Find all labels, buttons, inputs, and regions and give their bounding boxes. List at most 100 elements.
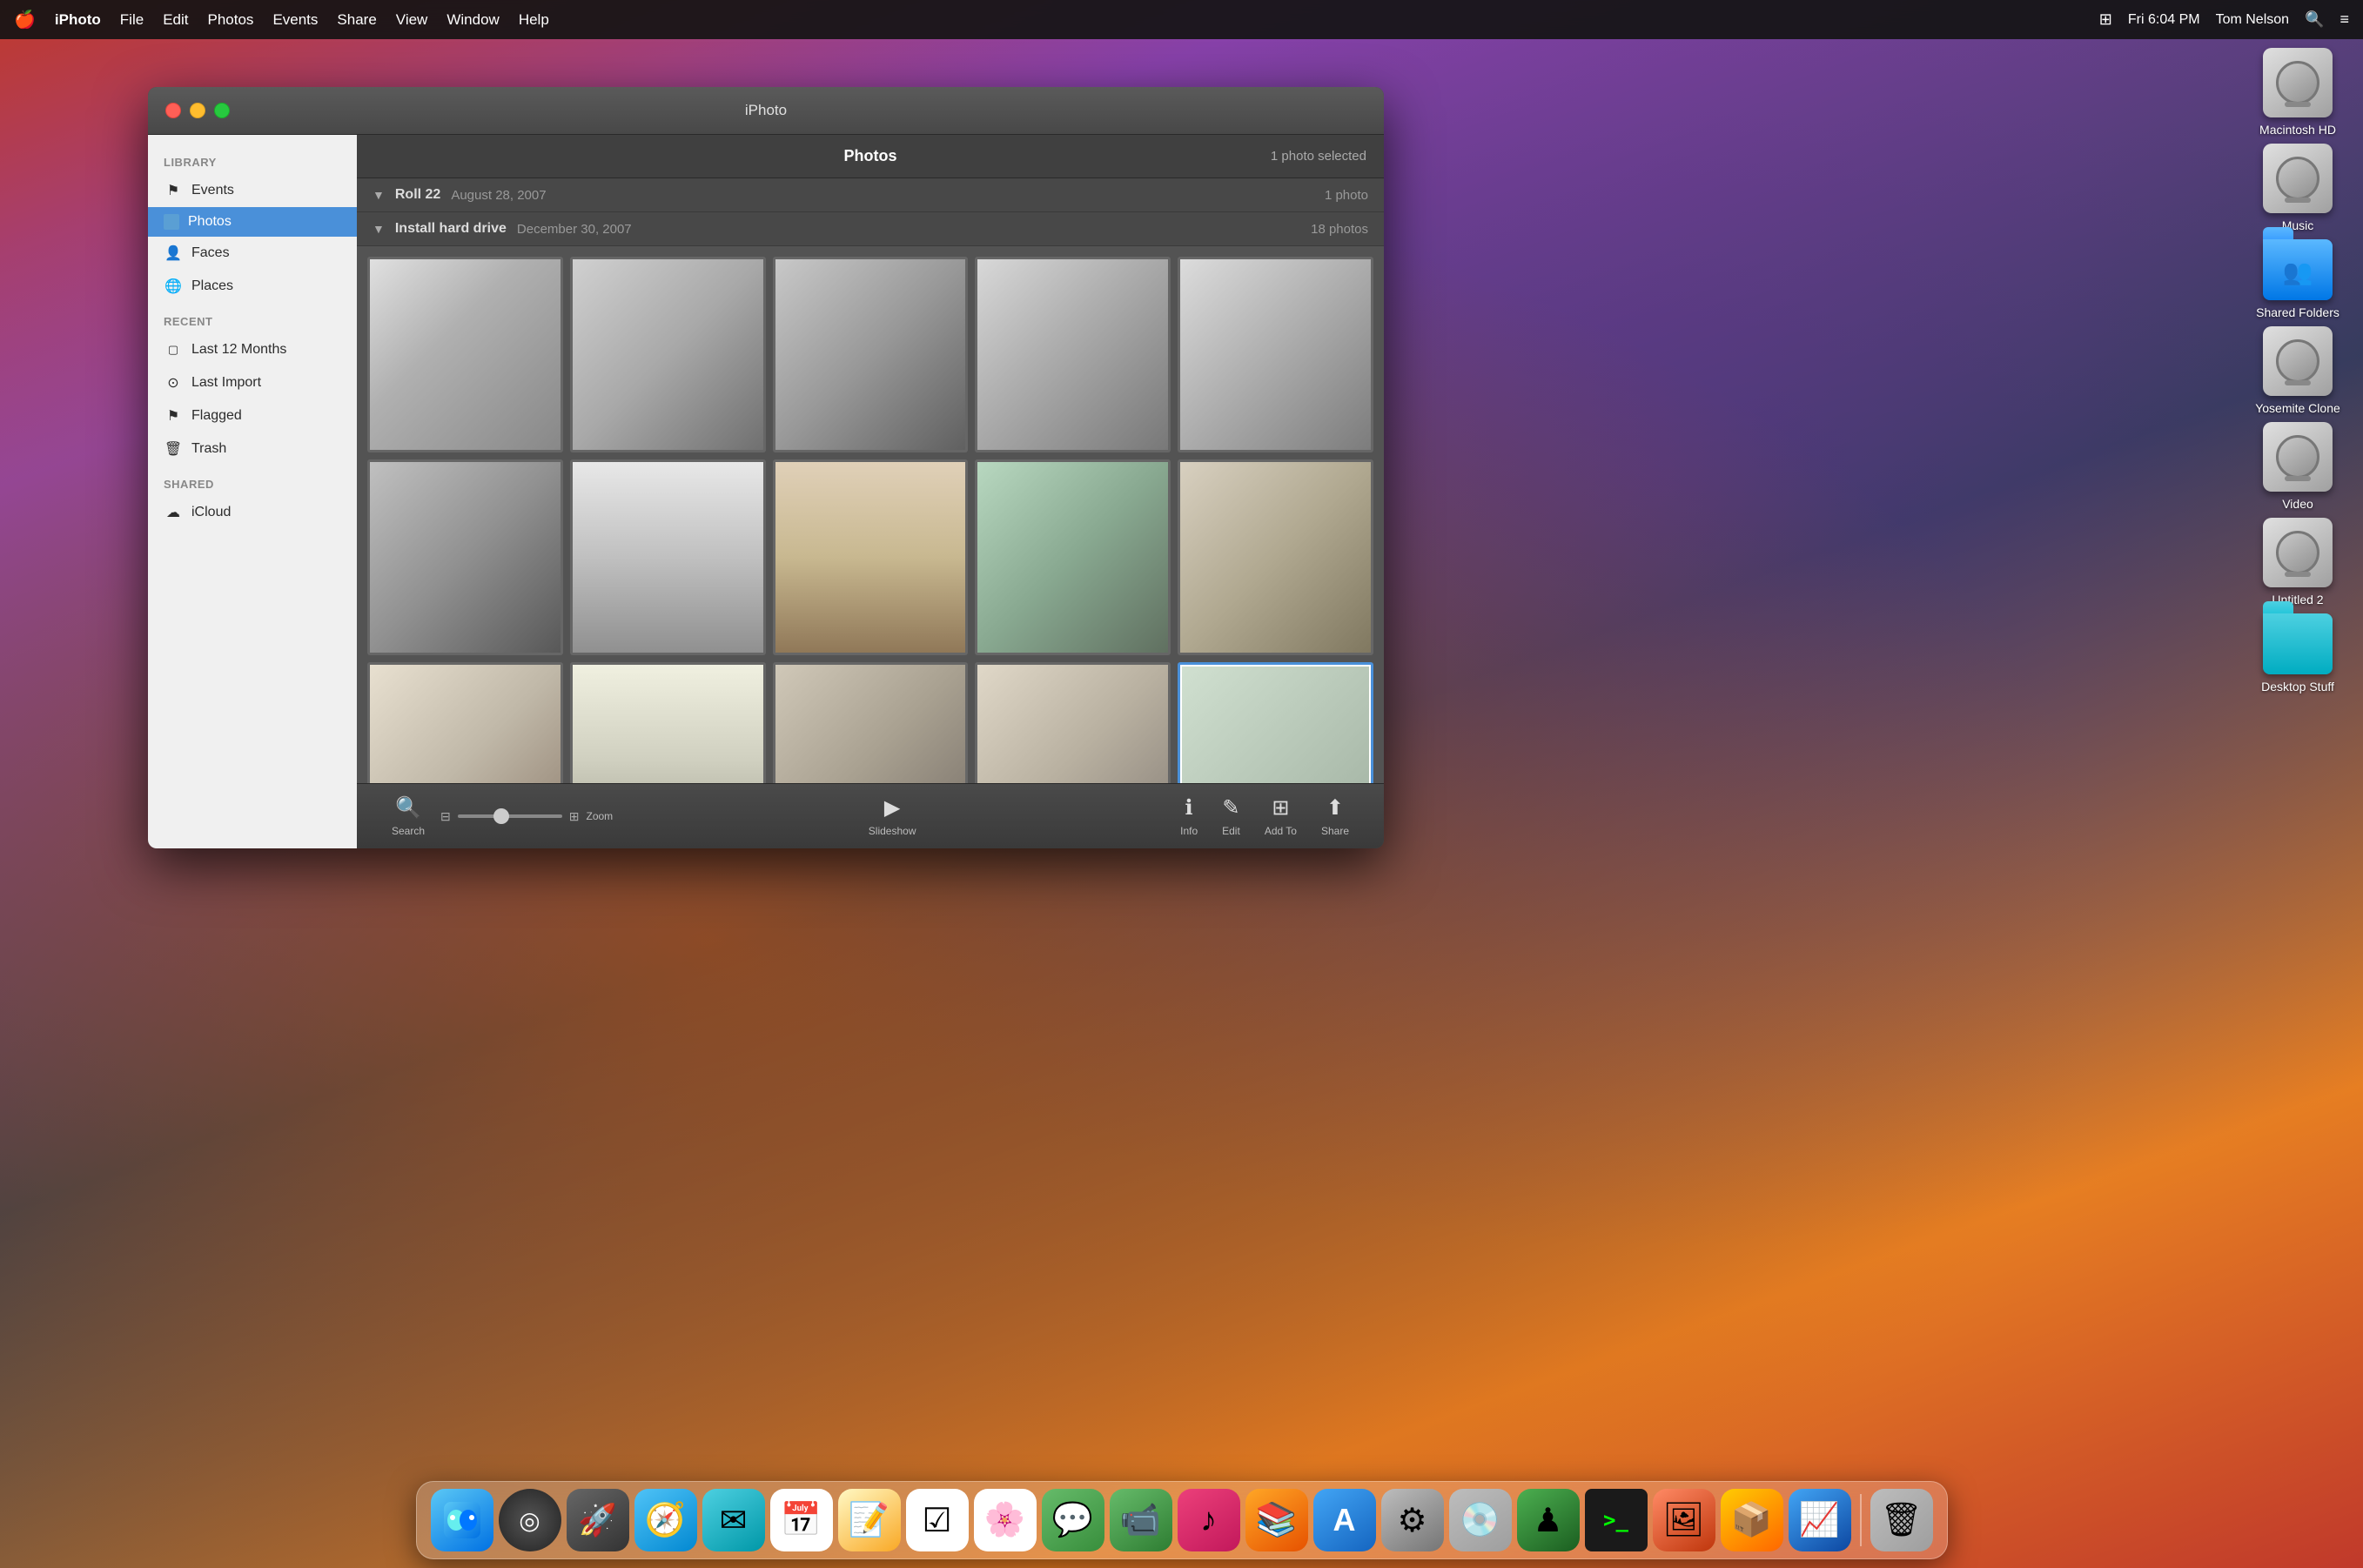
- photo-thumb-1[interactable]: [367, 257, 563, 452]
- dock-item-finder[interactable]: [431, 1489, 493, 1551]
- dock-item-chess[interactable]: ♟: [1517, 1489, 1580, 1551]
- dock-item-facetime[interactable]: 📹: [1110, 1489, 1172, 1551]
- photo-thumb-13[interactable]: [773, 662, 969, 783]
- sidebar-item-faces[interactable]: 👤 Faces: [148, 237, 357, 270]
- notes-icon: 📝: [838, 1489, 901, 1551]
- photo-area[interactable]: ▼ Roll 22 August 28, 2007 1 photo ▼ Inst…: [357, 178, 1384, 783]
- dock-item-notes[interactable]: 📝: [838, 1489, 901, 1551]
- sidebar-item-events[interactable]: ⚑ Events: [148, 174, 357, 207]
- dock-item-safari[interactable]: 🧭: [634, 1489, 697, 1551]
- events-menu[interactable]: Events: [272, 11, 318, 29]
- dock-item-photos[interactable]: 🌸: [974, 1489, 1037, 1551]
- photo-thumb-2[interactable]: [570, 257, 766, 452]
- zoom-slider[interactable]: [458, 814, 562, 818]
- dock-item-messages[interactable]: 💬: [1042, 1489, 1104, 1551]
- desktop-icon-yosemite-clone[interactable]: Yosemite Clone: [2250, 326, 2346, 415]
- sidebar-item-flagged[interactable]: ⚑ Flagged: [148, 399, 357, 432]
- minimize-button[interactable]: [190, 103, 205, 118]
- desktop-icon-video[interactable]: Video: [2250, 422, 2346, 511]
- yosemite-clone-label: Yosemite Clone: [2255, 401, 2340, 415]
- photo-thumb-10[interactable]: [1178, 459, 1373, 655]
- file-menu[interactable]: File: [120, 11, 144, 29]
- macintosh-hd-label: Macintosh HD: [2259, 123, 2336, 137]
- dock-item-stuffit[interactable]: 📦: [1721, 1489, 1783, 1551]
- dock-item-preview[interactable]: 🖼: [1653, 1489, 1715, 1551]
- notification-icon[interactable]: ≡: [2340, 10, 2349, 29]
- add-to-button[interactable]: ⊞ Add To: [1256, 790, 1306, 842]
- dock-item-appstore[interactable]: A: [1313, 1489, 1376, 1551]
- desktop-icon-desktop-stuff[interactable]: Desktop Stuff: [2250, 613, 2346, 694]
- sidebar-item-trash[interactable]: 🗑 Trash: [148, 432, 357, 466]
- icloud-icon: ☁: [164, 503, 183, 522]
- flagged-label: Flagged: [191, 408, 242, 424]
- photo-thumb-11[interactable]: [367, 662, 563, 783]
- time-display: Fri 6:04 PM: [2128, 12, 2200, 28]
- photo-thumb-9[interactable]: [975, 459, 1171, 655]
- spotlight-icon[interactable]: 🔍: [2305, 10, 2324, 29]
- dock-item-calendar[interactable]: 📅: [770, 1489, 833, 1551]
- trash-label: Trash: [191, 441, 226, 457]
- install-hard-drive-header[interactable]: ▼ Install hard drive December 30, 2007 1…: [357, 212, 1384, 246]
- desktop-icon-music[interactable]: Music: [2250, 144, 2346, 232]
- events-label: Events: [191, 183, 234, 198]
- desktop-icon-macintosh-hd[interactable]: Macintosh HD: [2250, 48, 2346, 137]
- photo-thumb-14[interactable]: [975, 662, 1171, 783]
- photo-thumb-15[interactable]: [1178, 662, 1373, 783]
- sidebar-item-last-import[interactable]: ⊙ Last Import: [148, 366, 357, 399]
- desktop-icon-shared-folders[interactable]: 👥 Shared Folders: [2250, 239, 2346, 319]
- photo-thumb-3[interactable]: [773, 257, 969, 452]
- window-controls: [165, 103, 230, 118]
- sidebar-item-photos[interactable]: Photos: [148, 207, 357, 237]
- dock-item-itunes[interactable]: ♪: [1178, 1489, 1240, 1551]
- roll-22-header[interactable]: ▼ Roll 22 August 28, 2007 1 photo: [357, 178, 1384, 212]
- close-button[interactable]: [165, 103, 181, 118]
- dock-item-siri[interactable]: ◎: [499, 1489, 561, 1551]
- screen-icon[interactable]: ⊞: [2099, 10, 2112, 29]
- share-menu[interactable]: Share: [337, 11, 376, 29]
- photo-thumb-4[interactable]: [975, 257, 1171, 452]
- sidebar-item-last-12-months[interactable]: ▢ Last 12 Months: [148, 333, 357, 366]
- toolbar-left: 🔍 Search ⊟ ⊞ Zoom: [383, 790, 613, 842]
- photo-thumb-5[interactable]: [1178, 257, 1373, 452]
- places-icon: 🌐: [164, 277, 183, 296]
- sidebar-item-icloud[interactable]: ☁ iCloud: [148, 496, 357, 529]
- info-icon: ℹ: [1185, 795, 1193, 821]
- window-menu[interactable]: Window: [446, 11, 499, 29]
- view-menu[interactable]: View: [396, 11, 428, 29]
- dock-item-ibooks[interactable]: 📚: [1245, 1489, 1308, 1551]
- desktop-icon-untitled-2[interactable]: Untitled 2: [2250, 518, 2346, 606]
- app-name-menu[interactable]: iPhoto: [55, 11, 101, 29]
- dock-item-launchpad[interactable]: 🚀: [567, 1489, 629, 1551]
- edit-button[interactable]: ✎ Edit: [1213, 790, 1249, 842]
- dock: ◎ 🚀 🧭 ✉ 📅 📝 ☑ 🌸 💬: [416, 1481, 1948, 1559]
- siri-icon: ◎: [499, 1489, 561, 1551]
- dock-item-dvd[interactable]: 💿: [1449, 1489, 1512, 1551]
- photo-thumb-6[interactable]: [367, 459, 563, 655]
- dock-item-reminders[interactable]: ☑: [906, 1489, 969, 1551]
- dock-item-mail[interactable]: ✉: [702, 1489, 765, 1551]
- dock-item-system-prefs[interactable]: ⚙: [1381, 1489, 1444, 1551]
- edit-menu[interactable]: Edit: [163, 11, 188, 29]
- share-button[interactable]: ⬆ Share: [1312, 790, 1358, 842]
- photo-thumb-12[interactable]: [570, 662, 766, 783]
- share-label: Share: [1321, 825, 1349, 837]
- photo-thumb-8[interactable]: [773, 459, 969, 655]
- help-menu[interactable]: Help: [519, 11, 549, 29]
- sidebar-item-places[interactable]: 🌐 Places: [148, 270, 357, 303]
- shared-header: SHARED: [148, 466, 357, 496]
- apple-menu[interactable]: 🍎: [14, 9, 36, 30]
- slideshow-button[interactable]: ▶ Slideshow: [860, 790, 925, 842]
- photos-menu[interactable]: Photos: [208, 11, 254, 29]
- search-button[interactable]: 🔍 Search: [383, 790, 433, 842]
- maximize-button[interactable]: [214, 103, 230, 118]
- icloud-label: iCloud: [191, 505, 231, 520]
- photo-thumb-7[interactable]: [570, 459, 766, 655]
- library-header: LIBRARY: [148, 144, 357, 174]
- dock-item-terminal[interactable]: >_: [1585, 1489, 1648, 1551]
- dock-divider: [1860, 1494, 1862, 1546]
- dock-item-grapher[interactable]: 📈: [1789, 1489, 1851, 1551]
- info-button[interactable]: ℹ Info: [1171, 790, 1206, 842]
- slideshow-icon: ▶: [884, 795, 900, 821]
- dock-item-trash[interactable]: 🗑: [1870, 1489, 1933, 1551]
- main-header: Photos 1 photo selected: [357, 135, 1384, 178]
